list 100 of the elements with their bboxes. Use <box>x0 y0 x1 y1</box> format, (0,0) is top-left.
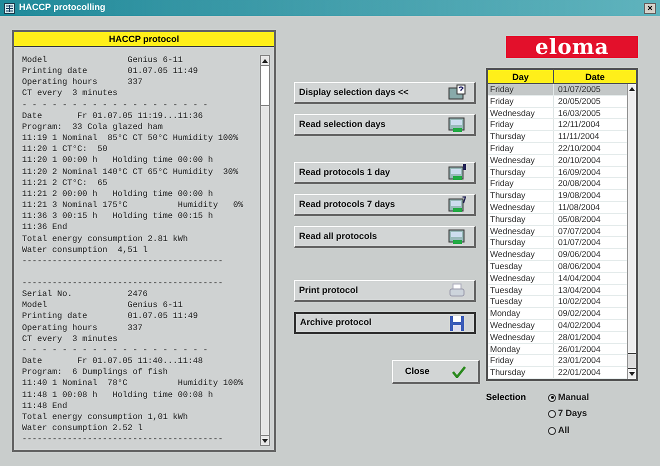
table-cell: Friday <box>488 119 554 130</box>
table-row[interactable]: Tuesday 13/04/2004 <box>488 284 627 296</box>
table-cell: Thursday <box>488 214 554 225</box>
table-row[interactable]: Friday 20/05/2005 <box>488 96 627 108</box>
table-cell: Tuesday <box>488 284 554 296</box>
table-cell: Wednesday <box>488 332 554 343</box>
protocol-line: ---------------------------------------- <box>22 434 224 446</box>
table-cell: Friday <box>488 142 554 154</box>
table-row[interactable]: Wednesday 28/01/2004 <box>488 332 627 344</box>
scrollbar[interactable] <box>260 55 270 446</box>
table-row[interactable]: Wednesday 07/07/2004 <box>488 226 627 238</box>
table-cell-text: 07/07/2004 <box>557 226 602 236</box>
close-button[interactable]: Close <box>392 360 480 384</box>
table-row[interactable]: Thursday 16/09/2004 <box>488 166 627 178</box>
protocol-line: Printing date 01.07.05 11:49 <box>22 66 199 78</box>
action-button[interactable]: Read selection days <box>294 114 476 136</box>
table-row[interactable]: Wednesday 20/10/2004 <box>488 154 627 167</box>
radio-option[interactable]: All <box>548 424 590 438</box>
window-title: HACCP protocolling <box>19 1 106 14</box>
table-row[interactable]: Tuesday 08/06/2004 <box>488 260 627 273</box>
action-button[interactable]: Print protocol <box>294 280 476 302</box>
table-row[interactable]: Thursday 01/07/2004 <box>488 237 627 250</box>
table-cell: Wednesday <box>488 249 554 260</box>
table-cell-text: 22/10/2004 <box>557 142 602 154</box>
monitor-icon <box>448 84 466 101</box>
table-row[interactable]: Thursday 22/01/2004 <box>488 367 627 379</box>
table-cell: Thursday <box>488 367 554 378</box>
table-cell-text: 16/03/2005 <box>557 108 602 118</box>
table-row[interactable]: Friday 12/11/2004 <box>488 119 627 132</box>
table-cell-text: 09/06/2004 <box>557 249 602 260</box>
table-row[interactable]: Wednesday 11/08/2004 <box>488 202 627 214</box>
table-cell-text: 22/01/2004 <box>557 367 602 378</box>
action-button[interactable]: Read all protocols <box>294 226 476 248</box>
protocol-line: 11:40 1 Nominal 78°C Humidity 100% <box>22 378 244 390</box>
table-cell-text: 11/11/2004 <box>557 131 600 142</box>
table-cell-text: 20/05/2005 <box>557 96 602 107</box>
table-cell: Friday <box>488 355 554 366</box>
scroll-thumb[interactable] <box>628 352 636 369</box>
monitor-icon <box>448 196 466 213</box>
radio-option[interactable]: Manual <box>548 390 590 404</box>
action-button[interactable]: Display selection days << <box>294 82 476 104</box>
table-cell-text: 26/01/2004 <box>557 344 602 354</box>
monitor-icon <box>448 116 466 133</box>
protocol-line: CT every 3 minutes <box>22 88 118 100</box>
table-row[interactable]: Thursday 05/08/2004 <box>488 214 627 226</box>
table-cell: Wednesday <box>488 272 554 284</box>
protocol-line: - - - - - - - - - - - - - - - - - - - <box>22 100 209 111</box>
protocol-line: Operating hours 337 <box>22 322 144 334</box>
protocol-line: Date Fr 01.07.05 11:19...11:36 <box>22 110 204 122</box>
table-cell-text: 12/11/2004 <box>557 119 601 130</box>
protocol-line: 11:48 End <box>22 400 68 412</box>
table-row[interactable]: Monday 26/01/2004 <box>488 344 627 356</box>
action-button[interactable]: Read protocols 1 day <box>294 162 476 184</box>
table-row[interactable]: Wednesday 04/02/2004 <box>488 320 627 332</box>
table-row[interactable]: Monday 09/02/2004 <box>488 308 627 320</box>
column-header: Date <box>584 71 606 83</box>
column-header: Day <box>488 70 554 83</box>
radio-button[interactable] <box>548 426 556 435</box>
table-row[interactable]: Friday 23/01/2004 <box>488 355 627 368</box>
selection-label: Selection <box>486 390 528 404</box>
table-row[interactable]: Tuesday 10/02/2004 <box>488 296 627 308</box>
table-row[interactable]: Wednesday 14/04/2004 <box>488 272 627 285</box>
table-cell-text: 08/06/2004 <box>557 260 602 272</box>
table-row[interactable]: Wednesday 09/06/2004 <box>488 249 627 261</box>
protocol-line: Operating hours 337 <box>22 77 144 88</box>
action-button[interactable]: Read protocols 7 days <box>294 194 476 216</box>
monitor-icon <box>448 228 466 245</box>
checkmark-icon <box>452 366 466 378</box>
radio-option[interactable]: 7 Days <box>548 407 590 421</box>
table-cell-text: 04/02/2004 <box>557 320 602 331</box>
table-row[interactable]: Friday 01/07/2005 <box>488 84 627 96</box>
table-row[interactable]: Thursday 11/11/2004 <box>488 131 627 143</box>
scroll-down-icon <box>262 439 268 443</box>
table-cell-text: 14/04/2004 <box>557 272 602 284</box>
table-cell: Thursday <box>488 237 554 248</box>
table-cell-text: 20/10/2004 <box>557 154 602 166</box>
radio-button[interactable] <box>548 410 556 418</box>
table-cell-text: 23/01/2004 <box>557 355 602 366</box>
protocol-line: Model Genius 6-11 <box>22 55 184 66</box>
protocol-line: Printing date 01.07.05 11:49 <box>22 311 199 323</box>
table-row[interactable]: Wednesday 16/03/2005 <box>488 108 627 120</box>
protocol-line: 11:19 1 Nominal 85°C CT 50°C Humidity 100% <box>22 133 240 144</box>
protocol-line: - - - - - - - - - - - - - - - - - - - <box>22 344 209 356</box>
table-row[interactable]: Thursday 19/08/2004 <box>488 190 627 202</box>
scrollbar[interactable] <box>627 84 636 379</box>
scroll-thumb[interactable] <box>261 66 269 106</box>
table-cell: Wednesday <box>488 154 554 166</box>
protocol-line: 11:36 End <box>22 222 68 234</box>
protocol-line: 11:20 2 Nominal 140°C CT 65°C Humidity 30% <box>22 166 240 178</box>
table-row[interactable]: Friday 20/08/2004 <box>488 178 627 190</box>
protocol-line: Program: 6 Dumplings of fish <box>22 367 169 378</box>
table-row[interactable]: Friday 22/10/2004 <box>488 142 627 155</box>
action-button[interactable]: Archive protocol <box>294 312 476 334</box>
protocol-line: Total energy consumption 2.81 kWh <box>22 234 189 245</box>
radio-button[interactable] <box>548 394 556 402</box>
protocol-line: Water consumption 2.52 l <box>22 423 144 434</box>
table-cell: Thursday <box>488 131 554 142</box>
protocol-line: 11:21 2 00:00 h Holding time 00:00 h <box>22 188 214 200</box>
protocol-line: ---------------------------------------- <box>22 278 224 290</box>
close-button[interactable]: × <box>644 2 656 14</box>
